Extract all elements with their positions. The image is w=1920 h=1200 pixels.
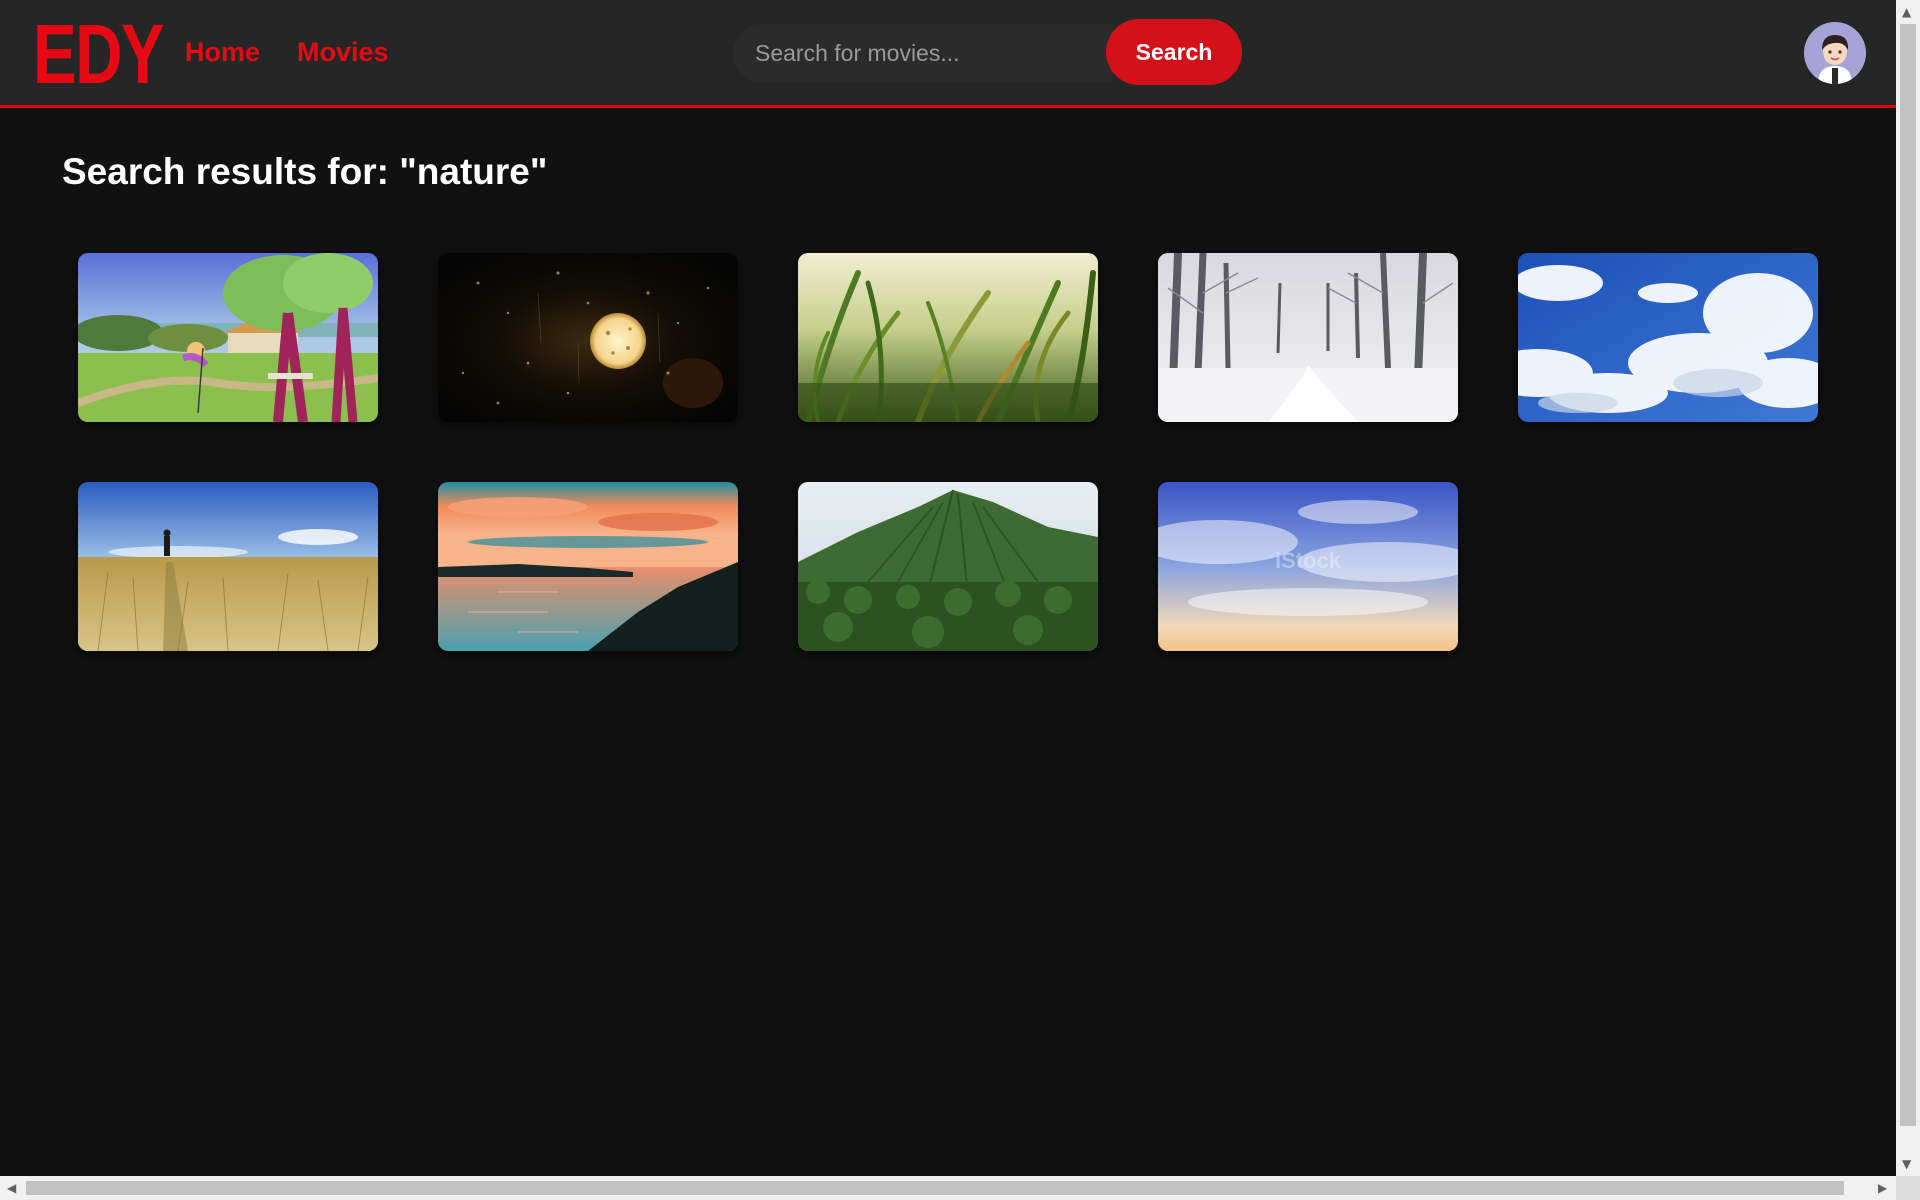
nav-home-link[interactable]: Home	[185, 37, 260, 68]
horizontal-scrollbar[interactable]: ◀ ▶	[0, 1176, 1896, 1200]
result-card-sky-clouds-istock[interactable]: iStock	[1158, 482, 1458, 651]
search-button[interactable]: Search	[1106, 19, 1242, 85]
sky-clouds-istock-thumbnail: iStock	[1158, 482, 1458, 651]
page: EDY Home Movies Search Search results fo…	[0, 0, 1896, 1176]
search-input[interactable]	[733, 24, 1113, 82]
grass-closeup-thumbnail	[798, 253, 1098, 422]
user-avatar-icon[interactable]	[1804, 22, 1866, 84]
wheat-field-walker-thumbnail	[78, 482, 378, 651]
result-card-rainy-night-moon[interactable]	[438, 253, 738, 422]
horizontal-scrollbar-thumb[interactable]	[26, 1181, 1844, 1195]
result-card-cartoon-garden[interactable]	[78, 253, 378, 422]
blue-sky-clouds-thumbnail	[1518, 253, 1818, 422]
nav-movies-link[interactable]: Movies	[297, 37, 389, 68]
green-mountain-thumbnail	[798, 482, 1098, 651]
result-card-wheat-field-walker[interactable]	[78, 482, 378, 651]
result-card-sunset-lake[interactable]	[438, 482, 738, 651]
vertical-scrollbar[interactable]: ▲ ▼	[1896, 0, 1920, 1176]
istock-watermark: iStock	[1275, 548, 1342, 573]
scroll-right-arrow-icon[interactable]: ▶	[1878, 1182, 1887, 1194]
site-logo[interactable]: EDY	[33, 12, 165, 96]
scroll-down-arrow-icon[interactable]: ▼	[1902, 1158, 1911, 1170]
sunset-lake-thumbnail	[438, 482, 738, 651]
scroll-left-arrow-icon[interactable]: ◀	[7, 1182, 16, 1194]
search-results-heading: Search results for: "nature"	[62, 151, 548, 192]
scroll-up-arrow-icon[interactable]: ▲	[1902, 6, 1911, 18]
result-card-blue-sky-clouds[interactable]	[1518, 253, 1818, 422]
result-card-snowy-forest[interactable]	[1158, 253, 1458, 422]
cartoon-garden-thumbnail	[78, 253, 378, 422]
vertical-scrollbar-thumb[interactable]	[1900, 24, 1916, 1126]
snowy-forest-thumbnail	[1158, 253, 1458, 422]
scrollbar-corner	[1896, 1176, 1920, 1200]
top-navbar: EDY Home Movies Search	[0, 0, 1896, 108]
result-card-grass-closeup[interactable]	[798, 253, 1098, 422]
result-card-green-mountain[interactable]	[798, 482, 1098, 651]
rainy-night-moon-thumbnail	[438, 253, 738, 422]
